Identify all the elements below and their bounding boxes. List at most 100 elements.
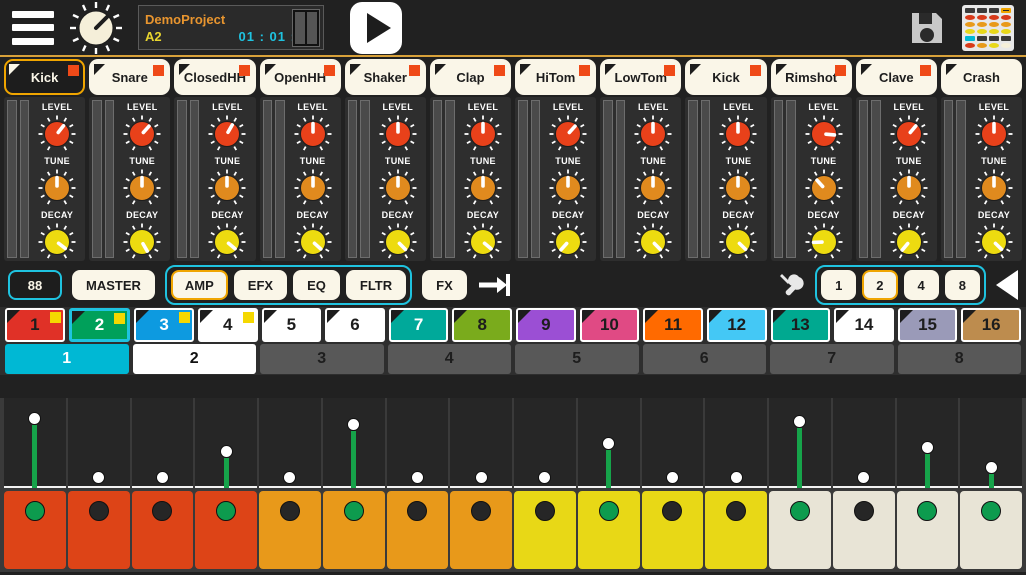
decay-knob[interactable]	[803, 221, 845, 263]
record-indicator[interactable]	[238, 65, 250, 76]
fader-pair[interactable]	[858, 100, 881, 258]
velocity-handle[interactable]	[538, 471, 552, 485]
velocity-handle[interactable]	[984, 461, 998, 475]
project-display[interactable]: DemoProject A2 01 : 01 : 01	[138, 5, 324, 50]
fader[interactable]	[603, 100, 613, 258]
level-knob[interactable]	[888, 113, 930, 155]
velocity-handle[interactable]	[219, 445, 233, 459]
track-tab-crash-11[interactable]: Crash	[940, 59, 1023, 95]
pattern-button-16[interactable]: 16	[961, 308, 1021, 342]
step-pad-3[interactable]	[131, 491, 194, 569]
velocity-handle[interactable]	[92, 471, 106, 485]
track-tab-clave-10[interactable]: Clave	[855, 59, 937, 95]
decay-knob[interactable]	[717, 221, 759, 263]
decay-knob[interactable]	[36, 221, 78, 263]
step-pad-4[interactable]	[195, 491, 257, 569]
track-tab-clap-5[interactable]: Clap	[429, 59, 512, 95]
save-disk-icon[interactable]	[908, 9, 946, 47]
pattern-button-13[interactable]: 13	[770, 308, 831, 342]
fader[interactable]	[275, 100, 285, 258]
step-pad-2[interactable]	[67, 491, 130, 569]
track-tab-shaker-4[interactable]: Shaker	[344, 59, 426, 95]
track-tab-rimshot-9[interactable]: Rimshot	[770, 59, 852, 95]
fader[interactable]	[347, 100, 358, 258]
pattern-button-7[interactable]: 7	[388, 308, 449, 342]
level-knob[interactable]	[121, 113, 163, 155]
decay-knob[interactable]	[377, 221, 419, 263]
step-pad-8[interactable]	[450, 491, 512, 569]
fader-pair[interactable]	[688, 100, 711, 258]
step-pad-15[interactable]	[896, 491, 959, 569]
step-pad-1[interactable]	[4, 491, 66, 569]
velocity-lane-16[interactable]	[960, 398, 1022, 488]
fader[interactable]	[92, 100, 102, 258]
mode-button-fltr[interactable]: FLTR	[345, 270, 407, 300]
left-triangle-icon[interactable]	[996, 270, 1018, 300]
velocity-handle[interactable]	[665, 471, 679, 485]
pad-matrix-icon[interactable]	[962, 4, 1014, 51]
track-tab-kick-8[interactable]: Kick	[685, 59, 767, 95]
velocity-lane-15[interactable]	[896, 398, 959, 488]
fader[interactable]	[432, 100, 443, 258]
hamburger-menu-icon[interactable]	[12, 10, 54, 45]
step-pad-14[interactable]	[832, 491, 895, 569]
fader[interactable]	[7, 100, 17, 258]
track-tab-kick-0[interactable]: Kick	[4, 59, 86, 95]
zoom-button-4[interactable]: 4	[903, 270, 939, 300]
velocity-handle[interactable]	[283, 471, 297, 485]
bar-button-4[interactable]: 4	[387, 344, 511, 374]
zoom-button-8[interactable]: 8	[944, 270, 980, 300]
pattern-button-9[interactable]: 9	[516, 308, 576, 342]
velocity-lane-11[interactable]	[641, 398, 704, 488]
velocity-lane-2[interactable]	[67, 398, 130, 488]
step-pad-9[interactable]	[514, 491, 576, 569]
level-knob[interactable]	[632, 113, 674, 155]
bar-button-7[interactable]: 7	[770, 344, 894, 374]
fader[interactable]	[530, 100, 541, 258]
velocity-handle[interactable]	[347, 417, 361, 431]
tune-knob[interactable]	[717, 167, 759, 209]
fader[interactable]	[518, 100, 528, 258]
velocity-handle[interactable]	[410, 471, 424, 485]
velocity-lane-3[interactable]	[131, 398, 194, 488]
decay-knob[interactable]	[462, 221, 504, 263]
velocity-handle[interactable]	[602, 436, 616, 450]
fader[interactable]	[262, 100, 273, 258]
record-indicator[interactable]	[323, 65, 335, 76]
play-button[interactable]	[350, 1, 402, 54]
pattern-button-6[interactable]: 6	[325, 308, 385, 342]
step-pad-16[interactable]	[960, 491, 1022, 569]
fader-pair[interactable]	[7, 100, 29, 258]
step-pad-10[interactable]	[577, 491, 640, 569]
pattern-button-5[interactable]: 5	[261, 308, 322, 342]
record-indicator[interactable]	[494, 65, 506, 76]
bar-button-2[interactable]: 2	[132, 344, 256, 374]
step-pad-11[interactable]	[641, 491, 704, 569]
fader[interactable]	[189, 100, 200, 258]
velocity-handle[interactable]	[474, 471, 488, 485]
mode-button-eq[interactable]: EQ	[293, 270, 340, 300]
velocity-lane-7[interactable]	[386, 398, 449, 488]
pattern-button-1[interactable]: 1	[5, 308, 65, 342]
record-indicator[interactable]	[68, 65, 80, 76]
level-knob[interactable]	[462, 113, 504, 155]
record-indicator[interactable]	[664, 65, 676, 76]
tune-knob[interactable]	[292, 167, 334, 209]
velocity-lane-14[interactable]	[832, 398, 895, 488]
pattern-button-2[interactable]: 2	[68, 308, 131, 342]
step-pad-13[interactable]	[769, 491, 831, 569]
pattern-button-15[interactable]: 15	[897, 308, 958, 342]
track-tab-hitom-6[interactable]: HiTom	[515, 59, 597, 95]
fader-pair[interactable]	[262, 100, 285, 258]
velocity-handle[interactable]	[857, 471, 871, 485]
velocity-lane-5[interactable]	[259, 398, 321, 488]
record-indicator[interactable]	[153, 65, 165, 76]
arrow-to-end-icon[interactable]	[477, 272, 511, 298]
decay-knob[interactable]	[292, 221, 334, 263]
velocity-lane-10[interactable]	[577, 398, 640, 488]
pattern-button-10[interactable]: 10	[579, 308, 640, 342]
track-tab-closedhh-2[interactable]: ClosedHH	[174, 59, 256, 95]
fader-pair[interactable]	[943, 100, 966, 258]
tune-knob[interactable]	[206, 167, 248, 209]
fader-pair[interactable]	[518, 100, 541, 258]
